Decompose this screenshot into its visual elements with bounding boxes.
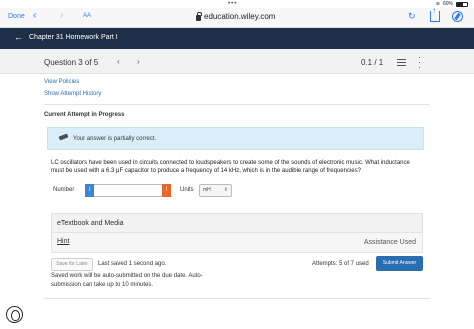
info-icon[interactable]: i xyxy=(85,184,94,197)
system-status: ≋ 60% xyxy=(436,1,468,7)
question-list-icon[interactable] xyxy=(397,59,406,66)
units-select[interactable]: mH ⇕ xyxy=(199,184,232,197)
reload-icon[interactable]: ↻ xyxy=(408,11,416,22)
done-button[interactable]: Done xyxy=(8,13,25,20)
more-options-icon[interactable]: · · · xyxy=(418,53,421,72)
etextbook-section[interactable]: eTextbook and Media xyxy=(51,213,423,233)
previous-question-icon[interactable]: ‹ xyxy=(117,57,120,66)
question-counter: Question 3 of 5 xyxy=(44,58,99,67)
back-arrow-icon[interactable]: ← xyxy=(14,32,23,42)
attempt-heading: Current Attempt in Progress xyxy=(44,112,125,118)
browser-toolbar: Done ‹ › AA education.wiley.com ↻ xyxy=(0,6,474,28)
next-question-icon[interactable]: › xyxy=(137,57,140,66)
number-label: Number xyxy=(53,187,75,193)
compass-icon[interactable] xyxy=(452,11,463,22)
question-text: LC oscillators have been used in circuit… xyxy=(51,160,410,174)
units-value: mH xyxy=(203,187,211,193)
back-icon[interactable]: ‹ xyxy=(33,10,36,21)
submit-answer-button[interactable]: Submit Answer xyxy=(376,256,423,271)
status-bar: ••• ≋ 60% xyxy=(0,0,474,8)
question-score: 0.1 / 1 xyxy=(361,58,384,67)
divider xyxy=(44,298,430,299)
save-for-later-button[interactable]: Save for Later xyxy=(51,258,93,271)
accessibility-icon[interactable] xyxy=(6,306,23,323)
battery-icon xyxy=(456,1,468,7)
share-icon[interactable] xyxy=(430,6,440,22)
battery-percent: 60% xyxy=(442,1,453,7)
assignment-title[interactable]: Chapter 31 Homework Part I xyxy=(29,34,118,41)
pencil-icon xyxy=(58,133,69,141)
attempt-history-link[interactable]: Show Attempt History xyxy=(44,91,101,97)
updown-icon: ⇕ xyxy=(223,187,228,193)
url-text: education.wiley.com xyxy=(204,12,276,21)
forward-icon[interactable]: › xyxy=(60,10,63,21)
lock-icon xyxy=(196,11,202,21)
question-nav: Question 3 of 5 ‹ › 0.1 / 1 · · · xyxy=(0,49,474,74)
assistance-used-label: Assistance Used xyxy=(363,239,416,246)
hint-row: Hint Assistance Used xyxy=(51,233,423,253)
address-bar[interactable]: education.wiley.com xyxy=(196,11,276,21)
units-label: Units xyxy=(180,187,194,193)
hint-link[interactable]: Hint xyxy=(57,238,69,245)
text-size-button[interactable]: AA xyxy=(83,13,91,19)
view-policies-link[interactable]: View Policies xyxy=(44,79,79,85)
assignment-header: ← Chapter 31 Homework Part I xyxy=(0,28,474,49)
etextbook-label: eTextbook and Media xyxy=(57,220,124,227)
number-input[interactable] xyxy=(94,184,162,197)
last-saved-text: Last saved 1 second ago. xyxy=(98,261,167,267)
feedback-message: Your answer is partially correct. xyxy=(73,136,157,142)
divider xyxy=(44,104,430,105)
feedback-banner: Your answer is partially correct. xyxy=(47,127,424,150)
multitasking-dots-icon[interactable]: ••• xyxy=(228,1,237,7)
auto-submit-note: Saved work will be auto-submitted on the… xyxy=(51,273,203,288)
warning-icon[interactable]: ! xyxy=(162,184,171,197)
attempts-counter: Attempts: 5 of 7 used xyxy=(312,261,369,267)
wifi-icon: ≋ xyxy=(435,1,440,7)
